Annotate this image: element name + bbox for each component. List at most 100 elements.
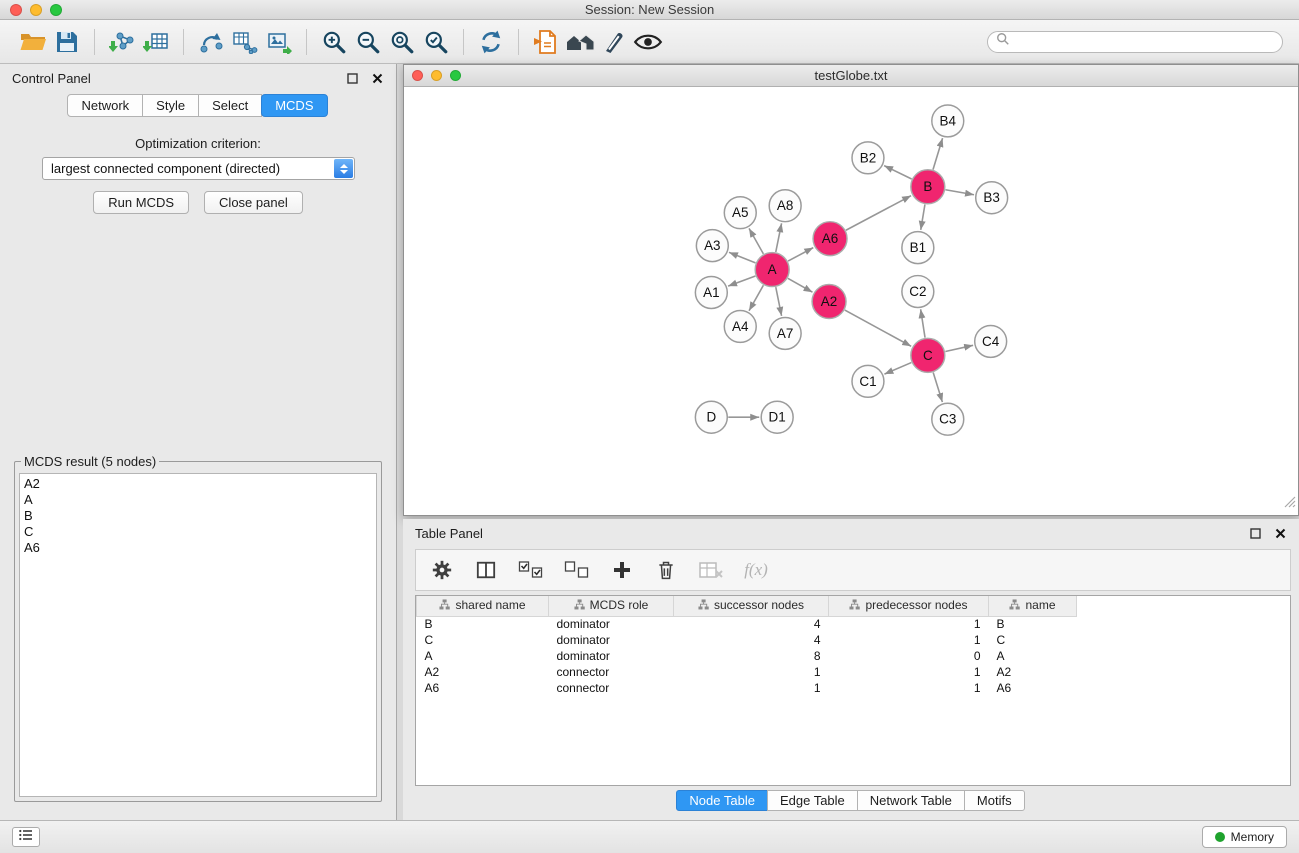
table-cell[interactable]: A6 — [417, 680, 549, 696]
edge-A-A7[interactable] — [776, 287, 782, 316]
edge-A-A6[interactable] — [788, 248, 813, 261]
import-table-icon[interactable] — [139, 26, 173, 58]
table-row[interactable]: Adominator80A — [417, 648, 1077, 664]
table-cell[interactable]: 1 — [829, 664, 989, 680]
mcds-result-item[interactable]: C — [24, 524, 372, 540]
graph-node-B2[interactable]: B2 — [852, 142, 884, 174]
create-column-plus-icon[interactable] — [610, 557, 634, 583]
graph-node-A5[interactable]: A5 — [724, 197, 756, 229]
close-panel-button[interactable]: Close panel — [204, 191, 303, 214]
tab-mcds[interactable]: MCDS — [261, 94, 327, 117]
table-cell[interactable]: dominator — [549, 616, 674, 632]
network-window-titlebar[interactable]: testGlobe.txt — [404, 65, 1298, 87]
graph-node-B3[interactable]: B3 — [976, 182, 1008, 214]
table-cell[interactable]: dominator — [549, 632, 674, 648]
tab-network-table[interactable]: Network Table — [857, 790, 965, 811]
graph-node-C[interactable]: C — [911, 338, 945, 372]
node-table[interactable]: shared nameMCDS rolesuccessor nodesprede… — [415, 595, 1291, 786]
deselect-all-icon[interactable] — [564, 557, 590, 583]
graph-node-C4[interactable]: C4 — [975, 325, 1007, 357]
table-cell[interactable]: A — [417, 648, 549, 664]
tab-edge-table[interactable]: Edge Table — [767, 790, 858, 811]
graph-node-D1[interactable]: D1 — [761, 401, 793, 433]
optimization-criterion-select[interactable]: largest connected component (directed) — [42, 157, 355, 180]
delete-column-trash-icon[interactable] — [654, 557, 678, 583]
edge-B-B4[interactable] — [933, 138, 943, 170]
maximize-window-button[interactable] — [50, 4, 62, 16]
graph-node-A4[interactable]: A4 — [724, 310, 756, 342]
minimize-network-window-button[interactable] — [431, 70, 442, 81]
tab-motifs[interactable]: Motifs — [964, 790, 1025, 811]
edge-B-B3[interactable] — [945, 190, 974, 195]
graph-node-C3[interactable]: C3 — [932, 403, 964, 435]
style-pen-icon[interactable] — [597, 26, 631, 58]
graph-node-A[interactable]: A — [755, 253, 789, 287]
graph-node-A3[interactable]: A3 — [696, 230, 728, 262]
edge-A-A8[interactable] — [776, 223, 782, 252]
edge-C-C2[interactable] — [921, 309, 925, 337]
tab-select[interactable]: Select — [198, 94, 262, 117]
run-mcds-button[interactable]: Run MCDS — [93, 191, 189, 214]
graph-node-A7[interactable]: A7 — [769, 317, 801, 349]
apply-preferred-layout-icon[interactable] — [474, 26, 508, 58]
open-session-icon[interactable] — [16, 26, 50, 58]
import-network-icon[interactable] — [105, 26, 139, 58]
graph-node-B1[interactable]: B1 — [902, 232, 934, 264]
edge-A6-B[interactable] — [846, 196, 911, 231]
mcds-result-item[interactable]: A2 — [24, 476, 372, 492]
tab-style[interactable]: Style — [142, 94, 199, 117]
resize-grip-icon[interactable] — [1284, 495, 1296, 513]
table-cell[interactable]: connector — [549, 680, 674, 696]
graph-node-C2[interactable]: C2 — [902, 276, 934, 308]
table-row[interactable]: A6connector11A6 — [417, 680, 1077, 696]
graph-node-A2[interactable]: A2 — [812, 285, 846, 319]
table-cell[interactable]: 1 — [829, 632, 989, 648]
edge-A2-C[interactable] — [845, 310, 911, 346]
table-row[interactable]: Bdominator41B — [417, 616, 1077, 632]
table-row[interactable]: Cdominator41C — [417, 632, 1077, 648]
table-cell[interactable]: 1 — [829, 616, 989, 632]
table-cell[interactable]: C — [417, 632, 549, 648]
table-cell[interactable]: A2 — [989, 664, 1077, 680]
mcds-result-list[interactable]: A2ABCA6 — [19, 473, 377, 797]
table-cell[interactable]: 8 — [674, 648, 829, 664]
table-cell[interactable]: A2 — [417, 664, 549, 680]
edge-A-A4[interactable] — [749, 285, 763, 311]
clone-network-table-icon[interactable] — [228, 26, 262, 58]
float-panel-icon[interactable] — [346, 72, 359, 85]
select-all-icon[interactable] — [518, 557, 544, 583]
close-table-panel-icon[interactable] — [1274, 527, 1287, 540]
zoom-fit-content-icon[interactable] — [385, 26, 419, 58]
edge-A-A5[interactable] — [749, 228, 763, 254]
edge-B-B2[interactable] — [884, 166, 912, 179]
table-cell[interactable]: C — [989, 632, 1077, 648]
column-header-name[interactable]: name — [989, 596, 1077, 616]
table-cell[interactable]: A6 — [989, 680, 1077, 696]
memory-button[interactable]: Memory — [1202, 826, 1287, 848]
tab-network[interactable]: Network — [67, 94, 143, 117]
edge-C-C4[interactable] — [945, 345, 973, 351]
graph-node-B4[interactable]: B4 — [932, 105, 964, 137]
table-cell[interactable]: 1 — [674, 664, 829, 680]
edge-A-A1[interactable] — [728, 276, 755, 286]
column-header-successor-nodes[interactable]: successor nodes — [674, 596, 829, 616]
open-document-icon[interactable] — [529, 26, 563, 58]
task-history-button[interactable] — [12, 827, 40, 847]
network-arrows-icon[interactable] — [194, 26, 228, 58]
network-canvas[interactable]: B4B2BB3A5A8A6B1A3AC2A1A2A4A7CC4C1C3DD1 — [404, 88, 1298, 515]
maximize-network-window-button[interactable] — [450, 70, 461, 81]
edge-C-C3[interactable] — [933, 373, 942, 403]
zoom-out-icon[interactable] — [351, 26, 385, 58]
column-header-predecessor-nodes[interactable]: predecessor nodes — [829, 596, 989, 616]
graph-node-A1[interactable]: A1 — [695, 277, 727, 309]
tab-node-table[interactable]: Node Table — [676, 790, 768, 811]
close-panel-icon[interactable] — [371, 72, 384, 85]
save-session-icon[interactable] — [50, 26, 84, 58]
table-cell[interactable]: 1 — [829, 680, 989, 696]
network-graph[interactable]: B4B2BB3A5A8A6B1A3AC2A1A2A4A7CC4C1C3DD1 — [404, 88, 1298, 515]
column-header-MCDS-role[interactable]: MCDS role — [549, 596, 674, 616]
column-header-shared-name[interactable]: shared name — [417, 596, 549, 616]
edge-A-A3[interactable] — [729, 252, 756, 263]
show-columns-icon[interactable] — [474, 557, 498, 583]
search-input[interactable] — [1015, 35, 1274, 49]
